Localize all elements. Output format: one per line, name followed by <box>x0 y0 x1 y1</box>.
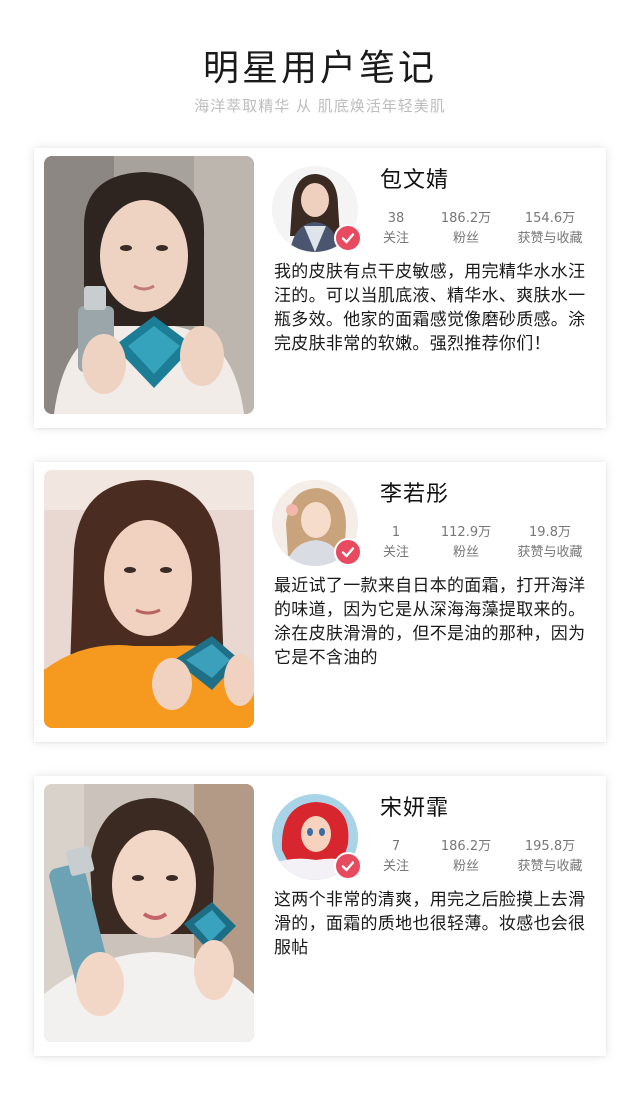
likes-count: 154.6万 <box>524 211 576 226</box>
note-text: 我的皮肤有点干皮敏感，用完精华水水汪汪的。可以当肌底液、精华水、爽肤水一瓶多效。… <box>274 262 586 354</box>
user-stats: 38 关注 186.2万 粉丝 154.6万 获赞与收藏 <box>364 210 596 248</box>
stat-fans[interactable]: 112.9万 粉丝 <box>428 524 504 562</box>
likes-count: 195.8万 <box>524 839 576 854</box>
user-note-card[interactable]: 宋妍霏 7 关注 186.2万 粉丝 195.8万 获赞与收藏 这两个非常的清爽… <box>34 776 606 1056</box>
stat-following[interactable]: 1 关注 <box>364 524 428 562</box>
page-title: 明星用户笔记 <box>202 48 437 89</box>
stat-following[interactable]: 7 关注 <box>364 838 428 876</box>
user-name[interactable]: 李若彤 <box>380 480 449 510</box>
fans-label: 粉丝 <box>452 545 479 560</box>
following-label: 关注 <box>382 859 409 874</box>
following-count: 1 <box>391 525 401 540</box>
likes-label: 获赞与收藏 <box>517 545 583 560</box>
likes-label: 获赞与收藏 <box>517 231 583 246</box>
fans-label: 粉丝 <box>452 231 479 246</box>
avatar-wrapper[interactable] <box>272 166 362 252</box>
note-text: 最近试了一款来自日本的面霜，打开海洋的味道，因为它是从深海海藻提取来的。涂在皮肤… <box>274 576 586 668</box>
user-photo[interactable] <box>44 784 254 1042</box>
fans-label: 粉丝 <box>452 859 479 874</box>
following-count: 7 <box>391 839 401 854</box>
stat-likes[interactable]: 154.6万 获赞与收藏 <box>504 210 596 248</box>
fans-count: 112.9万 <box>440 525 492 540</box>
user-note-card[interactable]: 李若彤 1 关注 112.9万 粉丝 19.8万 获赞与收藏 最近试了一款来自日… <box>34 462 606 742</box>
check-badge-icon <box>334 224 362 252</box>
user-note-card[interactable]: 包文婧 38 关注 186.2万 粉丝 154.6万 获赞与收藏 我的皮肤有点干… <box>34 148 606 428</box>
following-count: 38 <box>387 211 405 226</box>
page: 明星用户笔记 海洋萃取精华 从 肌底焕活年轻美肌 包文婧 38 关注 186.2… <box>0 0 640 1096</box>
stat-likes[interactable]: 195.8万 获赞与收藏 <box>504 838 596 876</box>
stat-fans[interactable]: 186.2万 粉丝 <box>428 838 504 876</box>
user-name[interactable]: 包文婧 <box>380 166 449 196</box>
likes-count: 19.8万 <box>529 525 571 540</box>
avatar-wrapper[interactable] <box>272 794 362 880</box>
likes-label: 获赞与收藏 <box>517 859 583 874</box>
check-badge-icon <box>334 852 362 880</box>
user-name[interactable]: 宋妍霏 <box>380 794 449 824</box>
note-text: 这两个非常的清爽，用完之后脸摸上去滑滑的，面霜的质地也很轻薄。妆感也会很服帖 <box>274 890 586 958</box>
stat-likes[interactable]: 19.8万 获赞与收藏 <box>504 524 596 562</box>
stat-fans[interactable]: 186.2万 粉丝 <box>428 210 504 248</box>
user-stats: 1 关注 112.9万 粉丝 19.8万 获赞与收藏 <box>364 524 596 562</box>
user-stats: 7 关注 186.2万 粉丝 195.8万 获赞与收藏 <box>364 838 596 876</box>
fans-count: 186.2万 <box>440 839 492 854</box>
fans-count: 186.2万 <box>440 211 492 226</box>
following-label: 关注 <box>382 231 409 246</box>
check-badge-icon <box>334 538 362 566</box>
page-subtitle: 海洋萃取精华 从 肌底焕活年轻美肌 <box>194 97 446 115</box>
user-photo[interactable] <box>44 470 254 728</box>
page-header: 明星用户笔记 海洋萃取精华 从 肌底焕活年轻美肌 <box>0 46 640 116</box>
user-photo[interactable] <box>44 156 254 414</box>
avatar-wrapper[interactable] <box>272 480 362 566</box>
stat-following[interactable]: 38 关注 <box>364 210 428 248</box>
following-label: 关注 <box>382 545 409 560</box>
